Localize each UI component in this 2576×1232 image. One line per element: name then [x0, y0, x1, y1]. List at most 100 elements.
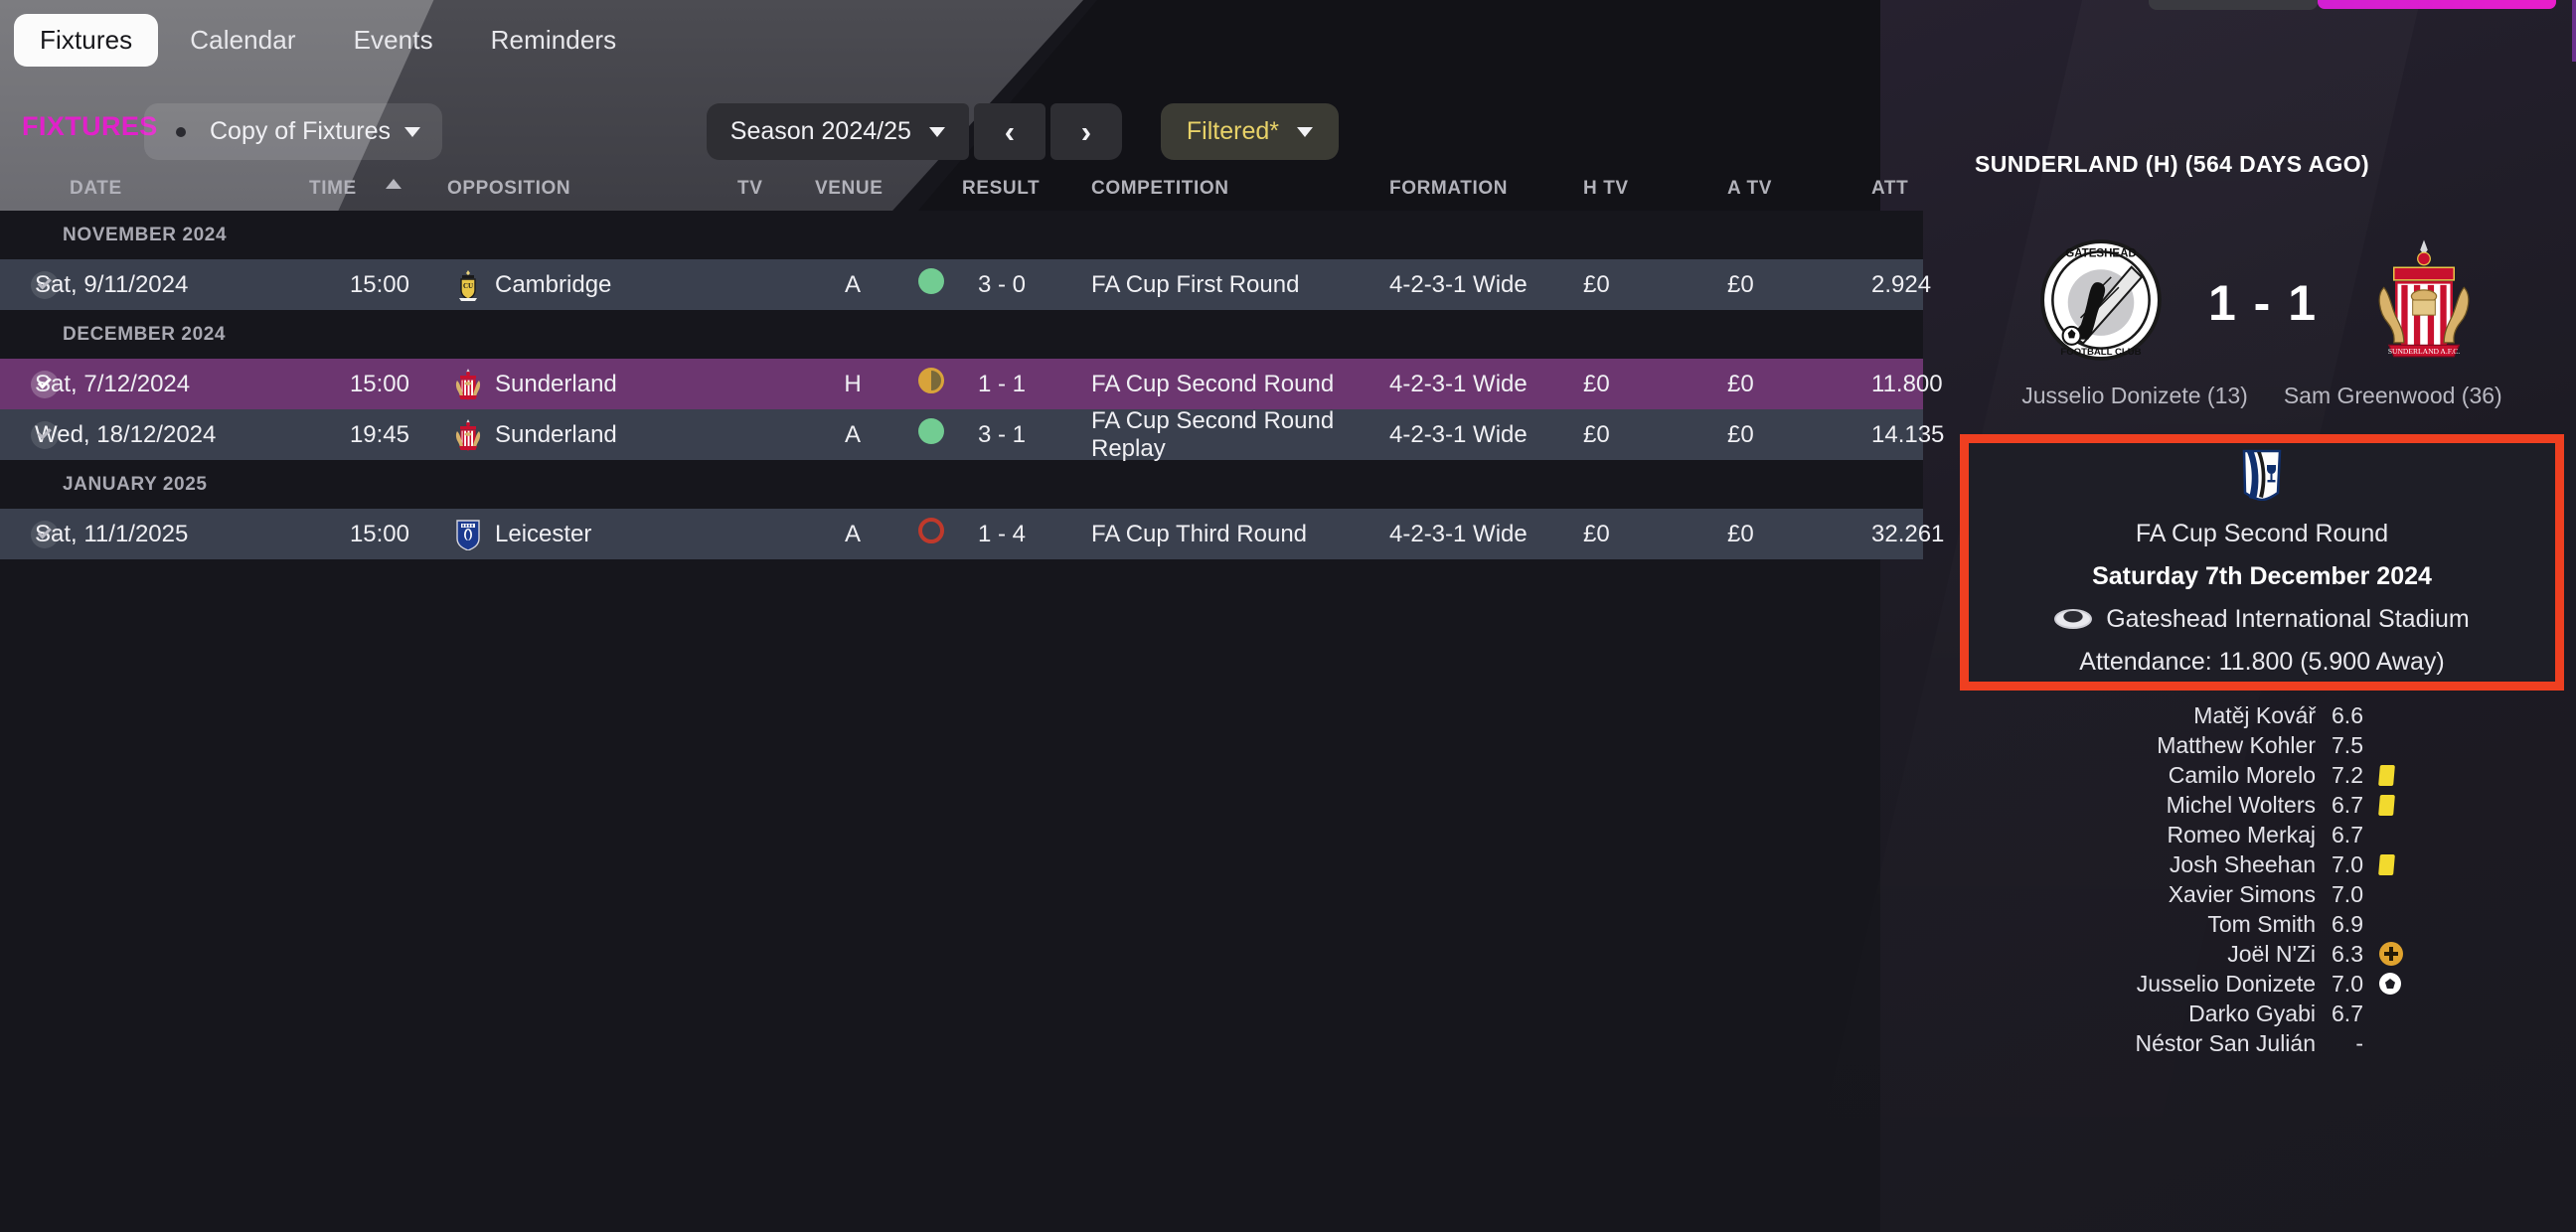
svg-text:CU: CU	[463, 282, 473, 290]
cell-venue: A	[844, 420, 861, 448]
player-rating: 6.7	[2332, 1000, 2363, 1026]
player-rating-row[interactable]: Camilo Morelo 7.2	[1948, 760, 2576, 790]
tab-calendar[interactable]: Calendar	[164, 14, 321, 67]
table-row[interactable]: Wed, 18/12/2024 19:45 Sunderland A 3 - 1 FA C…	[0, 407, 1944, 462]
player-ratings-list: Matěj Kovář 6.6 Matthew Kohler 7.5 Camilo Mo…	[1948, 700, 2576, 1058]
cell-time: 19:45	[349, 420, 409, 448]
cell-competition: FA Cup First Round	[1091, 270, 1300, 298]
cell-time: 15:00	[349, 370, 409, 397]
player-event-icon-slot	[2379, 973, 2419, 995]
toolbar-right-controls: Season 2024/25 ‹ › Filtered*	[706, 103, 1339, 160]
gateshead-crest: GATESHEAD FOOTBALL CLUB	[2037, 236, 2165, 369]
row-checkbox-cell[interactable]	[0, 420, 59, 449]
player-rating-row[interactable]: Joël N'Zi 6.3	[1948, 939, 2576, 969]
cell-opposition[interactable]: CU Cambridge	[427, 269, 716, 301]
column-header-opposition[interactable]: OPPOSITION	[427, 178, 716, 200]
player-rating-row[interactable]: Tom Smith 6.9	[1948, 909, 2576, 939]
column-header-formation[interactable]: FORMATION	[1389, 178, 1583, 200]
cell-date: Sat, 11/1/2025	[35, 520, 189, 547]
chevron-down-icon	[928, 126, 945, 137]
player-rating: 7.2	[2332, 761, 2363, 788]
table-row[interactable]: Sat, 11/1/2025 15:00 Leicester A 1 - 4 FA Cup…	[0, 509, 1944, 559]
cell-time: 15:00	[349, 520, 409, 547]
tab-events[interactable]: Events	[328, 14, 459, 67]
cell-competition: FA Cup Second Round	[1091, 370, 1335, 397]
eye-icon	[166, 123, 196, 141]
player-rating-row[interactable]: Matěj Kovář 6.6	[1948, 700, 2576, 730]
player-rating-row[interactable]: Darko Gyabi 6.7	[1948, 999, 2576, 1028]
match-date: Saturday 7th December 2024	[2092, 561, 2432, 590]
column-header-date[interactable]: DATE	[35, 178, 303, 200]
player-name: Darko Gyabi	[2188, 1000, 2316, 1026]
column-header-tv[interactable]: TV	[716, 178, 805, 200]
player-rating: 6.3	[2332, 940, 2363, 967]
cell-opposition[interactable]: Leicester	[427, 519, 716, 550]
table-row[interactable]: Sat, 7/12/2024 15:00 Sunderland H 1 - 1 FA Cu…	[0, 359, 1943, 409]
cell-competition: FA Cup Third Round	[1091, 520, 1308, 547]
cell-away-tv: £0	[1727, 420, 1754, 448]
plus-icon	[2379, 942, 2403, 966]
player-rating-row[interactable]: Néstor San Julián -	[1948, 1028, 2576, 1058]
match-info-box: FA Cup Second Round Saturday 7th Decembe…	[1960, 434, 2564, 691]
column-header-att[interactable]: ATT	[1871, 178, 2050, 200]
cell-opposition[interactable]: Sunderland	[427, 418, 716, 451]
season-selector[interactable]: Season 2024/25	[706, 103, 969, 160]
row-checkbox-cell[interactable]	[0, 270, 59, 299]
next-season-button[interactable]: ›	[1049, 103, 1122, 160]
row-checkbox-cell[interactable]	[0, 520, 59, 548]
column-header-venue[interactable]: VENUE	[805, 178, 900, 200]
player-name: Néstor San Julián	[2135, 1029, 2316, 1056]
cell-venue: A	[844, 270, 861, 298]
player-name: Camilo Morelo	[2168, 761, 2316, 788]
cell-attendance: 11.800	[1871, 370, 1943, 397]
column-header-time[interactable]: TIME	[303, 178, 427, 200]
month-group-header: DECEMBER 2024	[0, 310, 1923, 359]
view-selector[interactable]: Copy of Fixtures	[144, 103, 443, 160]
stadium-icon	[2054, 609, 2093, 629]
cell-opposition[interactable]: Sunderland	[427, 368, 716, 400]
tab-reminders[interactable]: Reminders	[465, 14, 643, 67]
cell-date: Sat, 9/11/2024	[35, 270, 189, 298]
player-name: Xavier Simons	[2168, 880, 2316, 907]
cell-result: 3 - 0	[977, 270, 1027, 298]
player-event-icon-slot	[2378, 853, 2419, 875]
opposition-name: Leicester	[495, 520, 592, 547]
tab-bar: Fixtures Calendar Events Reminders	[14, 14, 642, 67]
cell-formation: 4-2-3-1 Wide	[1389, 270, 1528, 298]
opposition-name: Cambridge	[495, 270, 612, 298]
player-rating: 7.0	[2332, 970, 2363, 997]
player-name: Josh Sheehan	[2169, 850, 2316, 877]
table-body: NOVEMBER 2024 Sat, 9/11/2024 15:00 CU Cambri…	[0, 211, 1944, 559]
fixtures-table: DATE TIME OPPOSITION TV VENUE RESULT COMPETITI…	[0, 167, 1944, 559]
month-group-header: NOVEMBER 2024	[0, 211, 1923, 259]
outcome-indicator-win	[900, 418, 962, 451]
cell-date: Sat, 7/12/2024	[35, 370, 191, 397]
column-header-competition[interactable]: COMPETITION	[1042, 178, 1389, 200]
stadium-row: Gateshead International Stadium	[2054, 605, 2470, 634]
player-rating: 6.7	[2332, 821, 2363, 847]
player-rating: 7.0	[2332, 850, 2363, 877]
row-checkbox-cell[interactable]	[0, 370, 59, 398]
player-rating: 7.0	[2332, 880, 2363, 907]
player-rating-row[interactable]: Matthew Kohler 7.5	[1948, 730, 2576, 760]
player-rating-row[interactable]: Xavier Simons 7.0	[1948, 879, 2576, 909]
competition-name: FA Cup Second Round	[2135, 519, 2389, 547]
column-header-h-tv[interactable]: H TV	[1583, 178, 1727, 200]
sort-ascending-icon[interactable]	[386, 179, 402, 189]
player-rating-row[interactable]: Michel Wolters 6.7	[1948, 790, 2576, 820]
player-rating-row[interactable]: Romeo Merkaj 6.7	[1948, 820, 2576, 849]
cell-result: 1 - 1	[977, 370, 1027, 397]
column-header-result[interactable]: RESULT	[962, 178, 1042, 200]
cell-away-tv: £0	[1727, 520, 1754, 547]
tab-fixtures[interactable]: Fixtures	[14, 14, 159, 67]
player-rating-row[interactable]: Josh Sheehan 7.0	[1948, 849, 2576, 879]
previous-season-button[interactable]: ‹	[973, 103, 1046, 160]
svg-text:FOOTBALL CLUB: FOOTBALL CLUB	[2060, 347, 2141, 358]
attendance-text: Attendance: 11.800 (5.900 Away)	[2079, 647, 2445, 676]
filter-button[interactable]: Filtered*	[1160, 103, 1339, 160]
cell-away-tv: £0	[1727, 270, 1754, 298]
column-header-a-tv[interactable]: A TV	[1727, 178, 1871, 200]
table-row[interactable]: Sat, 9/11/2024 15:00 CU Cambridge A 3 - 0 FA C…	[0, 259, 1931, 310]
player-rating-row[interactable]: Jusselio Donizete 7.0	[1948, 969, 2576, 999]
away-scorer: Sam Greenwood (36)	[2283, 383, 2502, 408]
